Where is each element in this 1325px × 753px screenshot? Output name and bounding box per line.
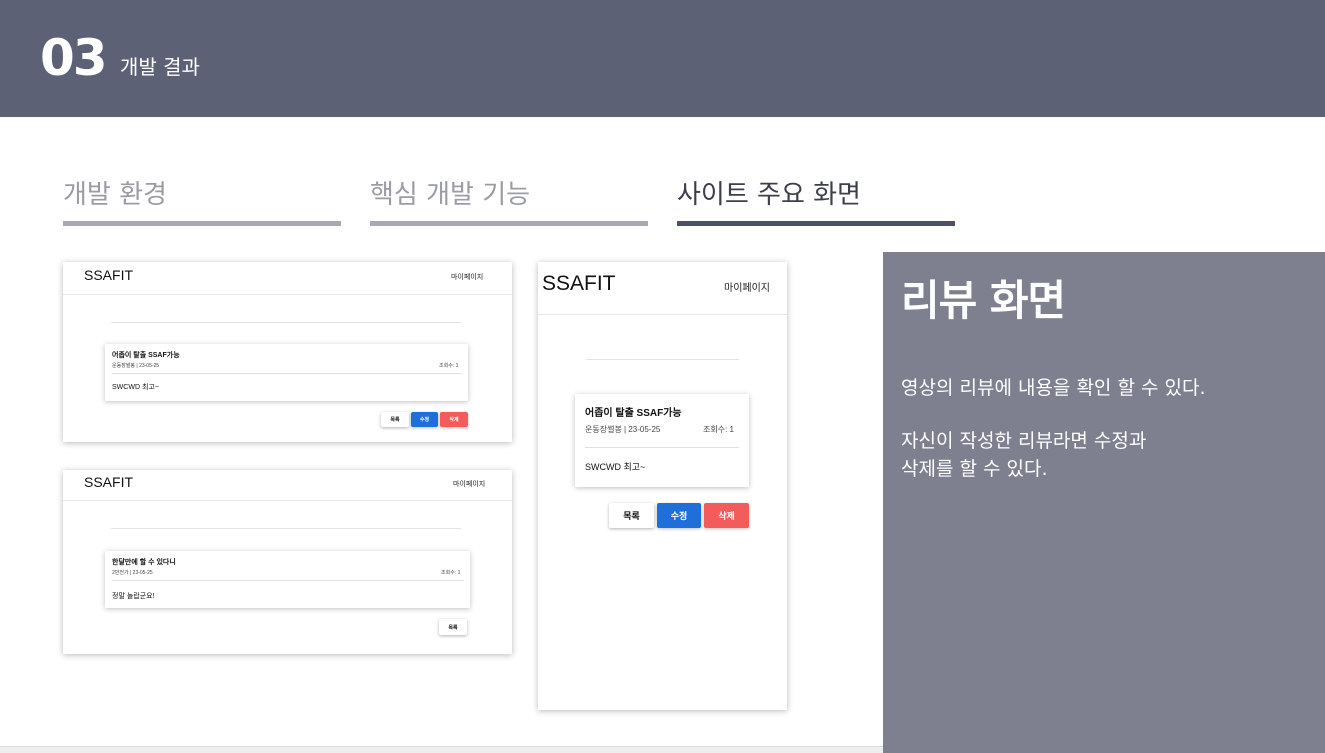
logo[interactable]: SSAFIT [84, 267, 133, 283]
divider [586, 359, 739, 360]
tab-label: 개발 환경 [63, 180, 167, 210]
edit-button[interactable]: 수정 [411, 412, 438, 427]
review-meta: 2반전가 | 23-05-25 [112, 570, 153, 576]
info-description: 자신이 작성한 리뷰라면 수정과 [901, 430, 1147, 452]
review-views: 조회수: 1 [703, 425, 734, 434]
tab-core-features[interactable]: 핵심 개발 기능 [370, 178, 648, 226]
tab-dev-environment[interactable]: 개발 환경 [63, 178, 341, 226]
tab-underline [63, 221, 341, 226]
list-button[interactable]: 목록 [439, 619, 467, 635]
tab-label: 사이트 주요 화면 [677, 180, 861, 210]
navbar: SSAFIT 마이페이지 [538, 262, 787, 315]
tab-underline [677, 221, 955, 226]
review-meta: 운동장썰봉 | 23-05-25 [112, 363, 160, 369]
delete-button[interactable]: 삭제 [440, 412, 468, 427]
card-divider [112, 373, 462, 374]
divider [111, 528, 461, 529]
review-card: 한달만에 할 수 있다니 2반전가 | 23-05-25 조회수: 1 정말 놀… [105, 551, 470, 608]
card-divider [585, 447, 739, 448]
info-panel: 리뷰 화면 영상의 리뷰에 내용을 확인 할 수 있다. 자신이 작성한 리뷰라… [883, 252, 1325, 753]
mypage-link[interactable]: 마이페이지 [451, 272, 483, 282]
info-description: 영상의 리뷰에 내용을 확인 할 수 있다. [901, 377, 1206, 399]
edit-button[interactable]: 수정 [657, 503, 701, 528]
list-button[interactable]: 목록 [609, 503, 654, 528]
tab-label: 핵심 개발 기능 [370, 180, 531, 210]
info-title: 리뷰 화면 [901, 276, 1066, 325]
tab-main-screens[interactable]: 사이트 주요 화면 [677, 178, 955, 226]
review-views: 조회수: 1 [439, 363, 459, 369]
review-body: 정말 놀랍군요! [112, 593, 155, 600]
review-card: 어좁이 탈출 SSAF가능 운동장썰봉 | 23-05-25 조회수: 1 SW… [105, 344, 468, 401]
section-header: 03 개발 결과 [0, 0, 1325, 117]
review-body: SWCWD 최고~ [112, 384, 159, 391]
logo[interactable]: SSAFIT [542, 272, 616, 296]
mypage-link[interactable]: 마이페이지 [453, 479, 485, 489]
review-title: 한달만에 할 수 있다니 [112, 559, 176, 566]
tab-underline [370, 221, 648, 226]
screenshot-review-other: SSAFIT 마이페이지 한달만에 할 수 있다니 2반전가 | 23-05-2… [63, 470, 512, 654]
section-title: 개발 결과 [120, 55, 200, 79]
navbar: SSAFIT 마이페이지 [63, 470, 512, 501]
card-divider [112, 580, 464, 581]
review-meta: 운동장썰봉 | 23-05-25 [585, 425, 661, 434]
mypage-link[interactable]: 마이페이지 [724, 279, 770, 294]
divider [111, 322, 461, 323]
footer-divider [0, 746, 883, 753]
screenshot-review-mobile: SSAFIT 마이페이지 어좁이 탈출 SSAF가능 운동장썰봉 | 23-05… [538, 262, 787, 710]
logo[interactable]: SSAFIT [84, 474, 133, 490]
review-title: 어좁이 탈출 SSAF가능 [585, 408, 682, 419]
review-title: 어좁이 탈출 SSAF가능 [112, 352, 180, 359]
list-button[interactable]: 목록 [381, 412, 409, 427]
review-card: 어좁이 탈출 SSAF가능 운동장썰봉 | 23-05-25 조회수: 1 SW… [575, 394, 749, 487]
section-number: 03 [40, 29, 108, 87]
screenshot-review-owner: SSAFIT 마이페이지 어좁이 탈출 SSAF가능 운동장썰봉 | 23-05… [63, 262, 512, 442]
navbar: SSAFIT 마이페이지 [63, 262, 512, 295]
info-description: 삭제를 할 수 있다. [901, 458, 1048, 480]
delete-button[interactable]: 삭제 [704, 503, 749, 528]
review-views: 조회수: 1 [441, 570, 461, 576]
review-body: SWCWD 최고~ [585, 462, 646, 472]
